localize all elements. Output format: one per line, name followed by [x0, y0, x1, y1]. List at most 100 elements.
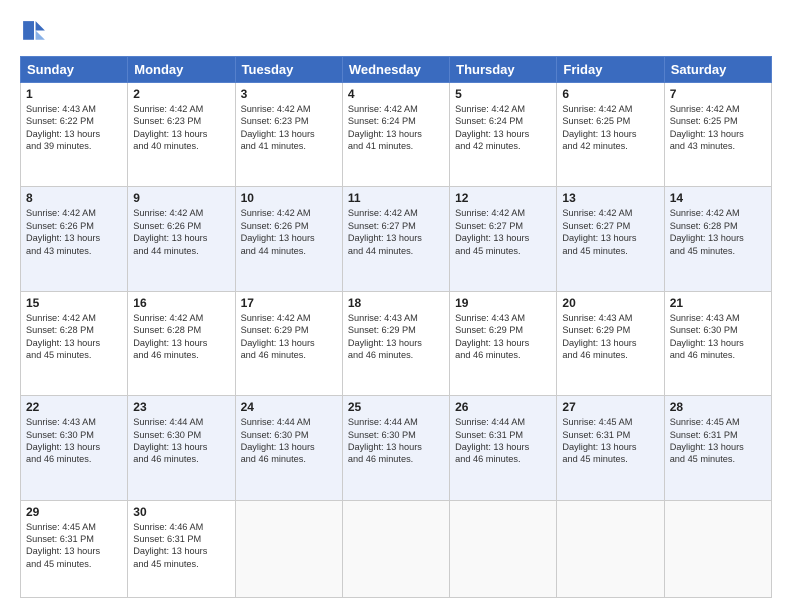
day-number: 20	[562, 296, 658, 310]
cell-sunrise: Sunrise: 4:43 AMSunset: 6:29 PMDaylight:…	[455, 313, 529, 360]
table-row: 26 Sunrise: 4:44 AMSunset: 6:31 PMDayligh…	[450, 396, 557, 500]
day-number: 19	[455, 296, 551, 310]
table-row: 25 Sunrise: 4:44 AMSunset: 6:30 PMDayligh…	[342, 396, 449, 500]
day-number: 21	[670, 296, 766, 310]
col-sunday: Sunday	[21, 57, 128, 83]
day-number: 25	[348, 400, 444, 414]
table-row: 7 Sunrise: 4:42 AMSunset: 6:25 PMDaylight…	[664, 83, 771, 187]
cell-sunrise: Sunrise: 4:45 AMSunset: 6:31 PMDaylight:…	[562, 417, 636, 464]
day-number: 23	[133, 400, 229, 414]
col-monday: Monday	[128, 57, 235, 83]
cell-sunrise: Sunrise: 4:42 AMSunset: 6:24 PMDaylight:…	[348, 104, 422, 151]
day-number: 16	[133, 296, 229, 310]
day-number: 1	[26, 87, 122, 101]
cell-sunrise: Sunrise: 4:42 AMSunset: 6:26 PMDaylight:…	[241, 208, 315, 255]
day-number: 4	[348, 87, 444, 101]
day-number: 2	[133, 87, 229, 101]
table-row: 13 Sunrise: 4:42 AMSunset: 6:27 PMDayligh…	[557, 187, 664, 291]
table-row: 28 Sunrise: 4:45 AMSunset: 6:31 PMDayligh…	[664, 396, 771, 500]
cell-sunrise: Sunrise: 4:45 AMSunset: 6:31 PMDaylight:…	[26, 522, 100, 569]
cell-sunrise: Sunrise: 4:44 AMSunset: 6:30 PMDaylight:…	[133, 417, 207, 464]
table-row: 29 Sunrise: 4:45 AMSunset: 6:31 PMDayligh…	[21, 500, 128, 598]
table-row: 19 Sunrise: 4:43 AMSunset: 6:29 PMDayligh…	[450, 291, 557, 395]
day-number: 26	[455, 400, 551, 414]
table-row: 27 Sunrise: 4:45 AMSunset: 6:31 PMDayligh…	[557, 396, 664, 500]
cell-sunrise: Sunrise: 4:42 AMSunset: 6:28 PMDaylight:…	[26, 313, 100, 360]
cell-sunrise: Sunrise: 4:44 AMSunset: 6:30 PMDaylight:…	[241, 417, 315, 464]
cell-sunrise: Sunrise: 4:42 AMSunset: 6:23 PMDaylight:…	[241, 104, 315, 151]
day-number: 8	[26, 191, 122, 205]
day-number: 17	[241, 296, 337, 310]
day-number: 18	[348, 296, 444, 310]
cell-sunrise: Sunrise: 4:43 AMSunset: 6:30 PMDaylight:…	[670, 313, 744, 360]
day-number: 24	[241, 400, 337, 414]
table-row: 23 Sunrise: 4:44 AMSunset: 6:30 PMDayligh…	[128, 396, 235, 500]
table-row: 6 Sunrise: 4:42 AMSunset: 6:25 PMDaylight…	[557, 83, 664, 187]
day-number: 3	[241, 87, 337, 101]
cell-sunrise: Sunrise: 4:43 AMSunset: 6:22 PMDaylight:…	[26, 104, 100, 151]
day-number: 10	[241, 191, 337, 205]
cell-sunrise: Sunrise: 4:42 AMSunset: 6:27 PMDaylight:…	[455, 208, 529, 255]
day-number: 29	[26, 505, 122, 519]
col-wednesday: Wednesday	[342, 57, 449, 83]
cell-sunrise: Sunrise: 4:42 AMSunset: 6:26 PMDaylight:…	[26, 208, 100, 255]
table-row: 24 Sunrise: 4:44 AMSunset: 6:30 PMDayligh…	[235, 396, 342, 500]
table-row: 3 Sunrise: 4:42 AMSunset: 6:23 PMDaylight…	[235, 83, 342, 187]
col-tuesday: Tuesday	[235, 57, 342, 83]
day-number: 27	[562, 400, 658, 414]
cell-sunrise: Sunrise: 4:42 AMSunset: 6:26 PMDaylight:…	[133, 208, 207, 255]
table-row: 9 Sunrise: 4:42 AMSunset: 6:26 PMDaylight…	[128, 187, 235, 291]
cell-sunrise: Sunrise: 4:42 AMSunset: 6:24 PMDaylight:…	[455, 104, 529, 151]
header	[20, 18, 772, 46]
day-number: 22	[26, 400, 122, 414]
table-row: 17 Sunrise: 4:42 AMSunset: 6:29 PMDayligh…	[235, 291, 342, 395]
table-row: 10 Sunrise: 4:42 AMSunset: 6:26 PMDayligh…	[235, 187, 342, 291]
cell-sunrise: Sunrise: 4:42 AMSunset: 6:27 PMDaylight:…	[348, 208, 422, 255]
cell-sunrise: Sunrise: 4:42 AMSunset: 6:25 PMDaylight:…	[670, 104, 744, 151]
logo	[20, 18, 52, 46]
table-row: 5 Sunrise: 4:42 AMSunset: 6:24 PMDaylight…	[450, 83, 557, 187]
day-number: 28	[670, 400, 766, 414]
cell-sunrise: Sunrise: 4:42 AMSunset: 6:29 PMDaylight:…	[241, 313, 315, 360]
table-row: 12 Sunrise: 4:42 AMSunset: 6:27 PMDayligh…	[450, 187, 557, 291]
cell-sunrise: Sunrise: 4:42 AMSunset: 6:27 PMDaylight:…	[562, 208, 636, 255]
cell-sunrise: Sunrise: 4:45 AMSunset: 6:31 PMDaylight:…	[670, 417, 744, 464]
logo-icon	[20, 18, 48, 46]
day-number: 30	[133, 505, 229, 519]
day-number: 15	[26, 296, 122, 310]
page: Sunday Monday Tuesday Wednesday Thursday…	[0, 0, 792, 612]
day-number: 14	[670, 191, 766, 205]
cell-sunrise: Sunrise: 4:42 AMSunset: 6:25 PMDaylight:…	[562, 104, 636, 151]
cell-sunrise: Sunrise: 4:44 AMSunset: 6:30 PMDaylight:…	[348, 417, 422, 464]
cell-sunrise: Sunrise: 4:43 AMSunset: 6:30 PMDaylight:…	[26, 417, 100, 464]
day-number: 6	[562, 87, 658, 101]
day-number: 7	[670, 87, 766, 101]
table-row: 11 Sunrise: 4:42 AMSunset: 6:27 PMDayligh…	[342, 187, 449, 291]
cell-sunrise: Sunrise: 4:42 AMSunset: 6:23 PMDaylight:…	[133, 104, 207, 151]
day-number: 12	[455, 191, 551, 205]
table-row: 15 Sunrise: 4:42 AMSunset: 6:28 PMDayligh…	[21, 291, 128, 395]
table-row: 8 Sunrise: 4:42 AMSunset: 6:26 PMDaylight…	[21, 187, 128, 291]
table-row: 22 Sunrise: 4:43 AMSunset: 6:30 PMDayligh…	[21, 396, 128, 500]
day-number: 13	[562, 191, 658, 205]
table-row	[557, 500, 664, 598]
table-row	[450, 500, 557, 598]
table-row: 4 Sunrise: 4:42 AMSunset: 6:24 PMDaylight…	[342, 83, 449, 187]
table-row	[664, 500, 771, 598]
col-saturday: Saturday	[664, 57, 771, 83]
col-thursday: Thursday	[450, 57, 557, 83]
table-row: 20Sunrise: 4:43 AMSunset: 6:29 PMDayligh…	[557, 291, 664, 395]
cell-sunrise: Sunrise: 4:43 AMSunset: 6:29 PMDaylight:…	[348, 313, 422, 360]
table-row: 2 Sunrise: 4:42 AMSunset: 6:23 PMDaylight…	[128, 83, 235, 187]
table-row	[342, 500, 449, 598]
day-number: 9	[133, 191, 229, 205]
cell-sunrise: Sunrise: 4:42 AMSunset: 6:28 PMDaylight:…	[670, 208, 744, 255]
day-number: 11	[348, 191, 444, 205]
table-row: 16Sunrise: 4:42 AMSunset: 6:28 PMDayligh…	[128, 291, 235, 395]
table-row: 30Sunrise: 4:46 AMSunset: 6:31 PMDayligh…	[128, 500, 235, 598]
table-row	[235, 500, 342, 598]
cell-sunrise: Sunrise: 4:44 AMSunset: 6:31 PMDaylight:…	[455, 417, 529, 464]
col-friday: Friday	[557, 57, 664, 83]
calendar-table: Sunday Monday Tuesday Wednesday Thursday…	[20, 56, 772, 598]
day-number: 5	[455, 87, 551, 101]
